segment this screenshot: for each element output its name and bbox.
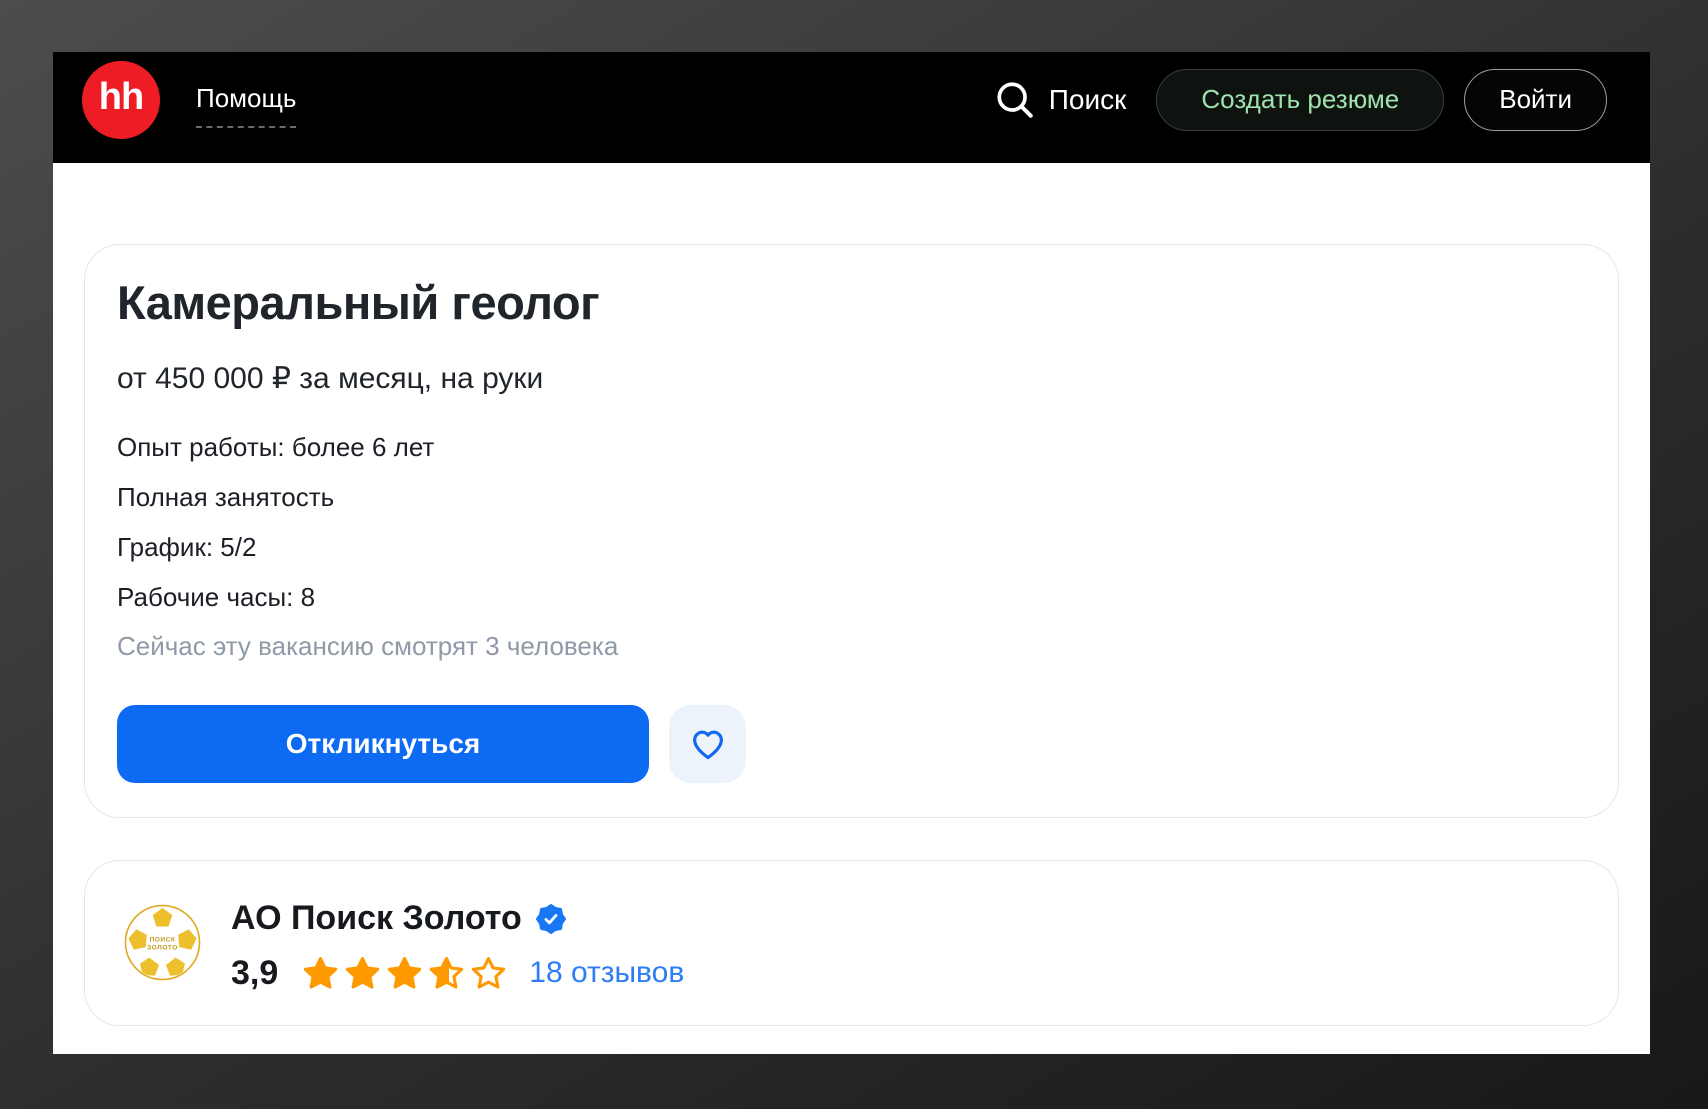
login-button[interactable]: Войти [1464, 69, 1607, 131]
create-resume-button[interactable]: Создать резюме [1156, 69, 1444, 131]
site-header: hh Помощь Поиск Создать резюме Войти [53, 52, 1650, 163]
apply-button[interactable]: Откликнуться [117, 705, 649, 783]
verified-badge-icon [536, 904, 566, 934]
company-name: АО Поиск Золото [231, 899, 522, 938]
vacancy-card: Камеральный геолог от 450 000 ₽ за месяц… [84, 244, 1619, 818]
viewers-note: Сейчас эту вакансию смотрят 3 человека [117, 631, 618, 662]
star-icon [470, 955, 507, 992]
company-logo: ПОИСК ЗОЛОТО [124, 904, 201, 981]
star-icon [428, 955, 465, 992]
vacancy-working-hours: Рабочие часы: 8 [117, 581, 315, 613]
star-rating [302, 955, 507, 992]
reviews-link[interactable]: 18 отзывов [529, 956, 684, 990]
company-logo-text-2: ЗОЛОТО [147, 945, 178, 952]
company-rating: 3,9 [231, 954, 278, 993]
search-icon [995, 80, 1035, 120]
hh-logo-text: hh [99, 76, 143, 123]
page-content: Камеральный геолог от 450 000 ₽ за месяц… [53, 163, 1650, 1054]
company-logo-text-1: ПОИСК [150, 936, 176, 943]
vacancy-salary: от 450 000 ₽ за месяц, на руки [117, 361, 543, 396]
search-label: Поиск [1049, 84, 1127, 116]
vacancy-schedule: График: 5/2 [117, 531, 256, 563]
star-icon [302, 955, 339, 992]
star-icon [344, 955, 381, 992]
star-icon [386, 955, 423, 992]
nav-help-link[interactable]: Помощь [196, 83, 296, 128]
heart-icon [688, 724, 728, 764]
vacancy-employment: Полная занятость [117, 481, 334, 513]
browser-page: hh Помощь Поиск Создать резюме Войти Кам… [53, 52, 1650, 1054]
company-link[interactable]: АО Поиск Золото [231, 899, 566, 938]
vacancy-experience: Опыт работы: более 6 лет [117, 431, 434, 463]
favorite-button[interactable] [669, 705, 746, 783]
hh-logo[interactable]: hh [82, 61, 160, 139]
company-rating-row: 3,9 18 отзывов [231, 953, 684, 993]
vacancy-title: Камеральный геолог [117, 275, 599, 330]
header-search[interactable]: Поиск [995, 80, 1127, 120]
company-card: ПОИСК ЗОЛОТО АО Поиск Золото 3,9 18 отзы… [84, 860, 1619, 1026]
